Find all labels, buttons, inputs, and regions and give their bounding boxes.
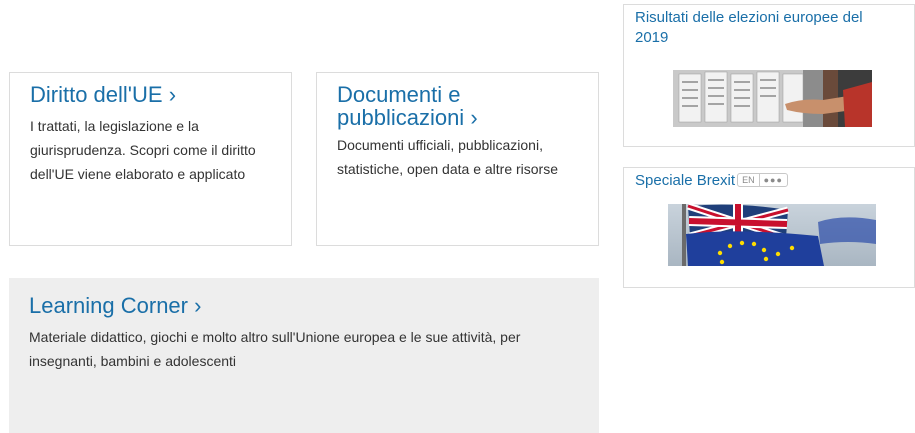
- card-diritto-ue-title: Diritto dell'UE: [30, 82, 163, 107]
- card-learning-corner-link[interactable]: Learning Corner ›: [29, 294, 579, 317]
- card-documenti-link[interactable]: Documenti e pubblicazioni ›: [337, 83, 584, 129]
- card-documenti-title-line1: Documenti e: [337, 82, 461, 107]
- widget-brexit: Speciale Brexit EN ●●●: [623, 167, 915, 288]
- widget-elezioni-title-line1: Risultati delle elezioni europee del: [635, 9, 863, 26]
- widget-elezioni: Risultati delle elezioni europee del 2019: [623, 4, 915, 147]
- language-code: EN: [742, 175, 755, 185]
- language-selector[interactable]: EN ●●●: [737, 173, 788, 187]
- card-documenti: Documenti e pubblicazioni › Documenti uff…: [316, 72, 599, 246]
- card-documenti-title-line2: pubblicazioni: [337, 105, 465, 130]
- card-diritto-ue-link[interactable]: Diritto dell'UE ›: [30, 83, 277, 106]
- chevron-right-icon: ›: [168, 82, 177, 107]
- chevron-right-icon: ›: [470, 105, 478, 130]
- page: Diritto dell'UE › I trattati, la legisla…: [0, 0, 915, 433]
- card-diritto-ue: Diritto dell'UE › I trattati, la legisla…: [9, 72, 292, 246]
- widget-elezioni-title-line2: 2019: [635, 29, 669, 46]
- widget-elezioni-link[interactable]: Risultati delle elezioni europee del 2019: [635, 9, 863, 46]
- card-learning-corner-title: Learning Corner: [29, 293, 188, 318]
- election-photo-thumbnail[interactable]: [673, 70, 872, 127]
- card-diritto-ue-description: I trattati, la legislazione e la giurisp…: [30, 118, 256, 182]
- chevron-right-icon: ›: [194, 293, 202, 318]
- more-languages-icon[interactable]: ●●●: [758, 174, 787, 186]
- widget-brexit-title: Speciale Brexit: [635, 172, 736, 189]
- card-learning-corner: Learning Corner › Materiale didattico, g…: [9, 278, 599, 433]
- card-documenti-description: Documenti ufficiali, pubblicazioni, stat…: [337, 137, 559, 177]
- widget-brexit-link[interactable]: Speciale Brexit: [635, 172, 735, 189]
- brexit-flags-thumbnail[interactable]: [668, 204, 876, 266]
- card-learning-corner-description: Materiale didattico, giochi e molto altr…: [29, 329, 521, 369]
